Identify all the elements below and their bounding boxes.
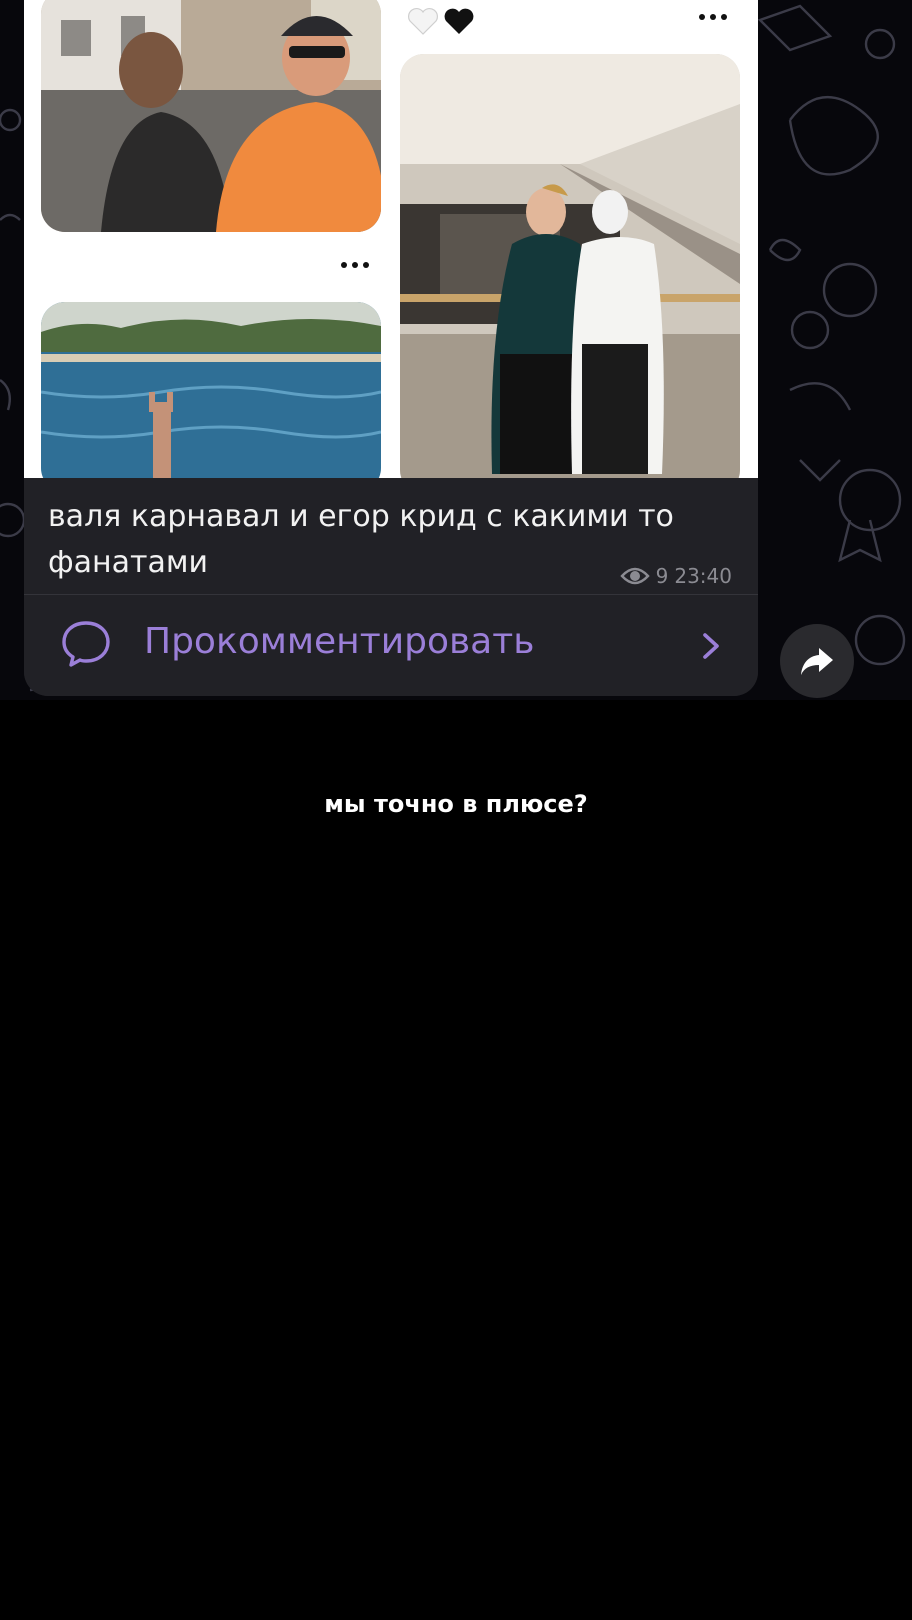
post-image-collage[interactable]: [24, 0, 758, 478]
post-time: 23:40: [674, 564, 732, 588]
comment-bubble-icon: [62, 621, 110, 667]
chevron-right-icon: [703, 633, 719, 659]
comment-button[interactable]: Прокомментировать: [24, 594, 758, 696]
photo-mall-two-men: [400, 54, 740, 478]
photo-sea-hand: [41, 302, 381, 478]
channel-post: валя карнавал и егор крид с какими то фа…: [24, 0, 758, 696]
reaction-hearts: [406, 4, 476, 38]
heart-white-icon: [408, 8, 438, 35]
story-overlay-text: мы точно в плюсе?: [324, 790, 588, 818]
comment-label: Прокомментировать: [144, 621, 535, 662]
share-button[interactable]: [780, 624, 854, 698]
eye-icon: [619, 567, 650, 585]
more-dots-icon[interactable]: [341, 262, 369, 268]
share-arrow-icon: [801, 648, 833, 675]
more-dots-icon[interactable]: [699, 14, 727, 20]
heart-black-icon: [444, 8, 474, 34]
post-meta: 9 23:40: [619, 564, 732, 588]
view-count: 9: [655, 564, 669, 588]
photo-selfie-street: [41, 0, 381, 232]
post-caption-area: валя карнавал и егор крид с какими то фа…: [24, 478, 758, 594]
